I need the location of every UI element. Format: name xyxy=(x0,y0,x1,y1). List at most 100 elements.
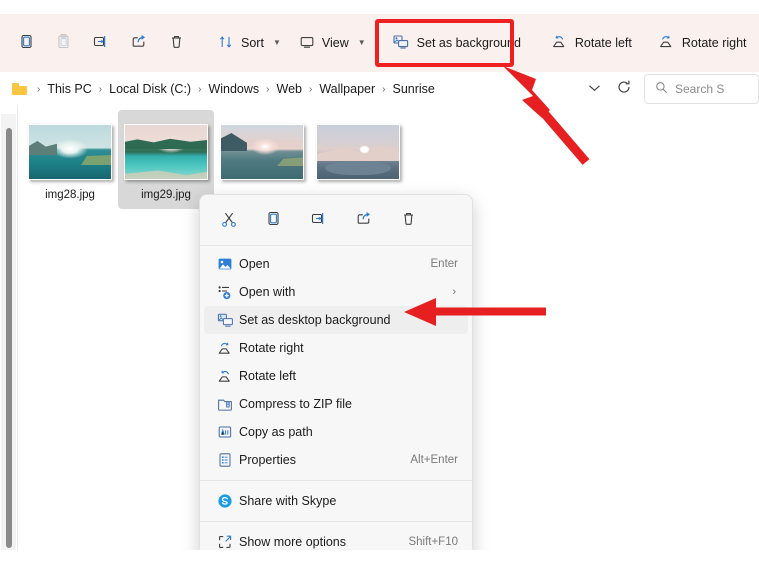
context-item-share-with-skype[interactable]: Share with Skype xyxy=(204,487,468,515)
breadcrumb-item-windows[interactable]: Windows xyxy=(203,79,264,99)
rotate-left-icon xyxy=(551,33,568,53)
rotate-right-icon xyxy=(658,33,675,53)
monitor-icon xyxy=(299,34,315,53)
copy-icon xyxy=(18,33,35,53)
monitor-icon xyxy=(217,312,239,328)
toolbar-rotate-right-button[interactable]: Rotate right xyxy=(649,27,756,59)
toolbar-sort-label: Sort xyxy=(241,36,264,50)
chevron-down-icon: ▼ xyxy=(357,37,366,47)
sort-icon xyxy=(218,34,234,53)
properties-icon xyxy=(217,452,239,468)
toolbar-view-button[interactable]: View ▼ xyxy=(290,27,375,59)
context-delete-button[interactable] xyxy=(386,204,431,238)
skype-icon xyxy=(217,493,239,509)
context-item-rotate-right[interactable]: Rotate right xyxy=(204,334,468,362)
toolbar-rotate-right-label: Rotate right xyxy=(681,36,747,50)
toolbar-share-button[interactable] xyxy=(120,27,158,59)
file-name-label: img29.jpg xyxy=(141,189,191,201)
share-icon xyxy=(130,33,148,53)
scrollbar-thumb[interactable] xyxy=(6,128,12,548)
trash-icon xyxy=(400,210,417,232)
context-menu-divider xyxy=(200,521,472,522)
navigation-pane-scrollbar[interactable] xyxy=(1,114,16,550)
sun-highlight xyxy=(360,146,369,153)
breadcrumb-separator: › xyxy=(98,83,103,95)
file-name-label: img28.jpg xyxy=(45,189,95,201)
context-item-compress-zip[interactable]: Compress to ZIP file xyxy=(204,390,468,418)
refresh-button[interactable] xyxy=(608,79,640,100)
breadcrumb-item-web[interactable]: Web xyxy=(272,79,307,99)
search-placeholder: Search S xyxy=(675,82,725,96)
breadcrumb-item-sunrise[interactable]: Sunrise xyxy=(388,79,440,99)
copy-path-icon xyxy=(217,424,239,440)
scissors-icon xyxy=(220,210,238,233)
context-item-label: Properties xyxy=(239,453,296,467)
breadcrumb-item-wallpaper[interactable]: Wallpaper xyxy=(314,79,380,99)
chevron-down-icon: ▼ xyxy=(272,37,281,47)
context-item-label: Share with Skype xyxy=(239,494,337,508)
toolbar-rotate-left-label: Rotate left xyxy=(574,36,632,50)
open-with-icon xyxy=(217,284,239,300)
toolbar-rename-button[interactable] xyxy=(82,27,120,59)
show-more-icon xyxy=(217,534,239,550)
context-item-label: Open xyxy=(239,257,270,271)
breadcrumb-item-this-pc[interactable]: This PC xyxy=(42,79,96,99)
context-item-copy-as-path[interactable]: Copy as path xyxy=(204,418,468,446)
set-background-icon xyxy=(392,33,410,53)
context-share-button[interactable] xyxy=(341,204,386,238)
share-icon xyxy=(355,210,373,232)
rotate-left-icon xyxy=(217,368,239,384)
toolbar-view-label: View xyxy=(321,36,349,50)
context-item-label: Rotate left xyxy=(239,369,296,383)
context-copy-button[interactable] xyxy=(251,204,296,238)
toolbar-set-as-background-label: Set as background xyxy=(416,36,521,50)
rename-icon xyxy=(310,210,328,232)
context-item-label: Compress to ZIP file xyxy=(239,397,353,411)
context-menu: Open Enter Open with › Set as desktop ba… xyxy=(199,194,473,562)
thumbnail-image xyxy=(124,124,208,180)
breadcrumb: › This PC › Local Disk (C:) › Windows › … xyxy=(0,79,440,99)
breadcrumb-item-local-disk[interactable]: Local Disk (C:) xyxy=(104,79,196,99)
context-item-rotate-left[interactable]: Rotate left xyxy=(204,362,468,390)
annotation-arrow-to-menu-item xyxy=(404,298,546,326)
context-item-label: Rotate right xyxy=(239,341,304,355)
breadcrumb-separator: › xyxy=(309,83,313,95)
context-item-accel: Alt+Enter xyxy=(410,454,458,466)
context-item-accel: Shift+F10 xyxy=(408,536,458,548)
file-tile-img29[interactable]: img29.jpg xyxy=(118,110,214,209)
breadcrumb-separator: › xyxy=(37,83,41,95)
search-icon xyxy=(655,81,668,97)
page-top-margin xyxy=(0,0,759,14)
toolbar-delete-button[interactable] xyxy=(158,27,195,59)
annotation-arrow-to-toolbar xyxy=(503,66,590,165)
toolbar-sort-button[interactable]: Sort ▼ xyxy=(209,27,290,59)
context-rename-button[interactable] xyxy=(296,204,341,238)
search-input[interactable]: Search S xyxy=(644,74,759,104)
toolbar-set-as-background-button[interactable]: Set as background xyxy=(383,27,530,59)
context-item-label: Show more options xyxy=(239,535,347,549)
context-item-accel: Enter xyxy=(430,258,459,270)
thumbnail-image xyxy=(316,124,400,180)
breadcrumb-separator: › xyxy=(198,83,202,95)
command-bar: Sort ▼ View ▼ Set as background Rotate l… xyxy=(0,14,759,72)
context-item-open[interactable]: Open Enter xyxy=(204,250,468,278)
zip-icon xyxy=(217,396,239,412)
context-cut-button[interactable] xyxy=(206,204,251,238)
toolbar-paste-button[interactable] xyxy=(45,27,82,59)
toolbar-rotate-left-button[interactable]: Rotate left xyxy=(542,27,641,59)
toolbar-copy-button[interactable] xyxy=(8,27,45,59)
copy-icon xyxy=(265,210,282,232)
context-item-label: Copy as path xyxy=(239,425,313,439)
folder-icon xyxy=(12,83,27,95)
context-menu-quick-actions xyxy=(200,199,472,243)
file-tile-img28[interactable]: img28.jpg xyxy=(22,110,118,209)
rotate-right-icon xyxy=(217,340,239,356)
breadcrumb-separator: › xyxy=(382,83,386,95)
context-menu-divider xyxy=(200,480,472,481)
thumbnail-image xyxy=(220,124,304,180)
breadcrumb-separator: › xyxy=(266,83,270,95)
file-explorer-window: Sort ▼ View ▼ Set as background Rotate l… xyxy=(0,0,759,576)
trash-icon xyxy=(168,33,185,53)
context-item-properties[interactable]: Properties Alt+Enter xyxy=(204,446,468,474)
context-menu-divider xyxy=(200,245,472,246)
